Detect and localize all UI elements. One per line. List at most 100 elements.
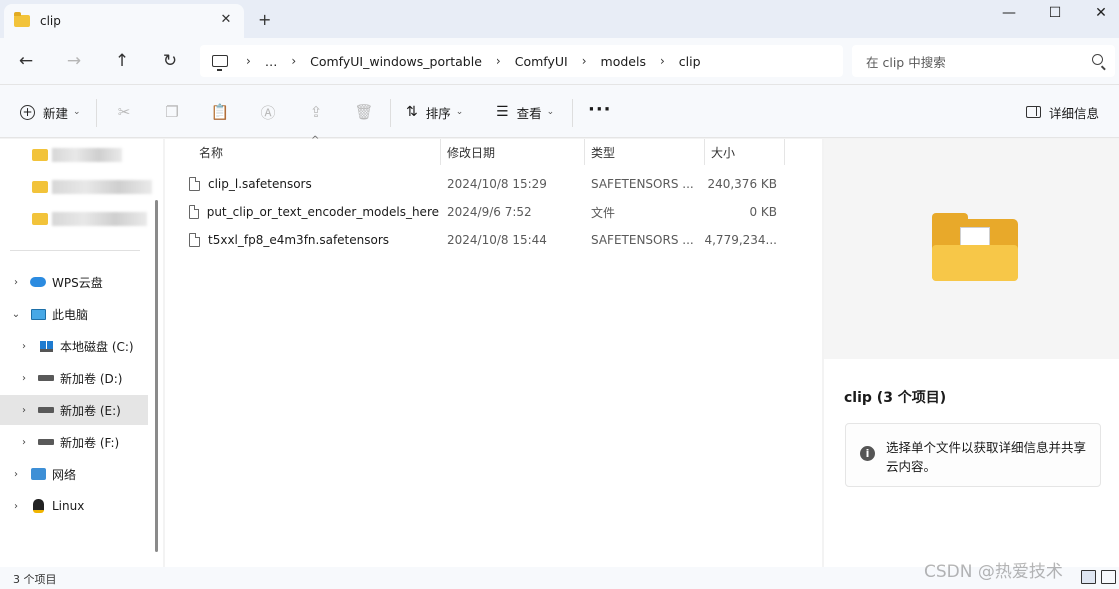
tab-close-button[interactable]: ✕: [218, 12, 234, 28]
share-icon[interactable]: ⇪: [306, 102, 326, 122]
breadcrumb-overflow[interactable]: …: [265, 54, 278, 69]
copy-icon[interactable]: ❐: [162, 102, 182, 122]
rename-icon[interactable]: Ⓐ: [258, 102, 278, 122]
breadcrumb-comfyui[interactable]: ComfyUI: [515, 54, 568, 69]
quick-access-item-redacted[interactable]: [32, 179, 152, 195]
chevron-right-icon[interactable]: ›: [18, 373, 30, 384]
paste-icon[interactable]: 📋: [210, 102, 230, 122]
column-header-size[interactable]: 大小: [711, 139, 735, 165]
navigation-bar: ← → ↑ ↻ › … › ComfyUI_windows_portable ›…: [0, 38, 1119, 84]
file-row[interactable]: clip_l.safetensors 2024/10/8 15:29 SAFET…: [165, 170, 822, 198]
sort-button[interactable]: ⇅ 排序 ⌄: [406, 100, 463, 124]
breadcrumb-separator[interactable]: ›: [660, 54, 665, 68]
tab-clip[interactable]: clip ✕: [4, 4, 244, 38]
sidebar-item-wps-cloud[interactable]: › WPS云盘: [0, 267, 148, 297]
delete-icon[interactable]: 🗑: [354, 102, 374, 122]
sidebar-item-label: 新加卷 (E:): [60, 403, 121, 418]
file-row[interactable]: put_clip_or_text_encoder_models_here 202…: [165, 198, 822, 226]
chevron-right-icon[interactable]: ›: [18, 437, 30, 448]
chevron-down-icon: ⌄: [73, 107, 81, 117]
column-divider[interactable]: [704, 139, 705, 165]
minimize-button[interactable]: —: [986, 0, 1032, 26]
details-view-icon[interactable]: [1081, 570, 1096, 584]
more-options-button[interactable]: ···: [588, 99, 612, 120]
file-icon: [189, 177, 200, 191]
breadcrumb-clip[interactable]: clip: [679, 54, 701, 69]
column-header-name[interactable]: 名称: [199, 139, 223, 165]
column-header-date[interactable]: 修改日期: [447, 139, 495, 165]
redacted-label: [52, 148, 122, 162]
sidebar-item-this-pc[interactable]: ⌄ 此电脑: [0, 299, 148, 329]
view-button[interactable]: ☰ 查看 ⌄: [496, 100, 554, 124]
sidebar-item-linux[interactable]: › Linux: [0, 491, 148, 521]
breadcrumb-models[interactable]: models: [601, 54, 646, 69]
column-divider[interactable]: [440, 139, 441, 165]
linux-icon: [30, 499, 46, 513]
column-divider[interactable]: [584, 139, 585, 165]
address-bar[interactable]: › … › ComfyUI_windows_portable › ComfyUI…: [200, 45, 843, 77]
new-label: 新建: [43, 105, 69, 121]
sidebar-item-drive-c[interactable]: › 本地磁盘 (C:): [0, 331, 148, 361]
quick-access-item-redacted[interactable]: [32, 211, 147, 227]
breadcrumb-separator[interactable]: ›: [582, 54, 587, 68]
plus-icon: +: [20, 104, 35, 120]
file-date: 2024/10/8 15:29: [447, 177, 547, 191]
up-button[interactable]: ↑: [108, 48, 136, 74]
item-count: 3 个项目: [13, 573, 57, 586]
cut-icon[interactable]: ✂: [114, 102, 134, 122]
column-header-type[interactable]: 类型: [591, 139, 615, 165]
details-pane-button[interactable]: 详细信息: [1026, 100, 1099, 124]
sidebar-item-label: Linux: [52, 499, 85, 513]
breadcrumb-separator[interactable]: ›: [291, 54, 296, 68]
close-button[interactable]: ✕: [1078, 0, 1119, 26]
sidebar-item-label: 新加卷 (F:): [60, 435, 120, 450]
file-size: 240,376 KB: [707, 177, 777, 191]
folder-icon: [14, 12, 30, 27]
chevron-right-icon[interactable]: ›: [10, 469, 22, 480]
file-type: SAFETENSORS ...: [591, 177, 694, 191]
navigation-scrollbar[interactable]: [155, 200, 158, 552]
search-input[interactable]: 在 clip 中搜索: [852, 45, 1115, 77]
redacted-label: [52, 180, 152, 194]
back-button[interactable]: ←: [12, 48, 40, 74]
sidebar-item-label: 此电脑: [52, 307, 89, 322]
sidebar-item-label: 新加卷 (D:): [60, 371, 123, 386]
sort-label: 排序: [425, 105, 451, 121]
maximize-button[interactable]: ☐: [1032, 0, 1078, 26]
quick-access-item-redacted[interactable]: [32, 147, 122, 163]
sidebar-item-drive-f[interactable]: › 新加卷 (F:): [0, 427, 148, 457]
computer-icon: [212, 55, 228, 71]
chevron-down-icon: ⌄: [546, 107, 555, 117]
file-type: 文件: [591, 205, 616, 220]
file-icon: [189, 233, 200, 247]
new-tab-button[interactable]: +: [258, 10, 271, 29]
chevron-right-icon[interactable]: ›: [10, 277, 22, 288]
chevron-right-icon[interactable]: ›: [10, 501, 22, 512]
file-date: 2024/10/8 15:44: [447, 233, 547, 247]
details-pane: clip (3 个项目) i 选择单个文件以获取详细信息并共享云内容。: [824, 139, 1119, 567]
chevron-right-icon[interactable]: ›: [18, 341, 30, 352]
info-card: i 选择单个文件以获取详细信息并共享云内容。: [845, 423, 1101, 487]
file-row[interactable]: t5xxl_fp8_e4m3fn.safetensors 2024/10/8 1…: [165, 226, 822, 254]
chevron-down-icon[interactable]: ⌄: [10, 309, 22, 320]
pane-divider: [10, 250, 140, 251]
file-name: put_clip_or_text_encoder_models_here: [206, 205, 439, 219]
chevron-right-icon[interactable]: ›: [18, 405, 30, 416]
folder-icon: [32, 213, 48, 225]
folder-icon: [932, 213, 1018, 281]
refresh-button[interactable]: ↻: [156, 48, 184, 74]
tiles-view-icon[interactable]: [1101, 570, 1116, 584]
sidebar-item-drive-d[interactable]: › 新加卷 (D:): [0, 363, 148, 393]
drive-icon: [38, 403, 54, 417]
toolbar-divider: [572, 99, 573, 127]
forward-button[interactable]: →: [60, 48, 88, 74]
sidebar-item-drive-e[interactable]: › 新加卷 (E:): [0, 395, 148, 425]
breadcrumb-comfyui-portable[interactable]: ComfyUI_windows_portable: [310, 54, 482, 69]
column-divider[interactable]: [784, 139, 785, 165]
cloud-icon: [30, 275, 46, 289]
view-label: 查看: [516, 105, 542, 121]
preview-area: [824, 139, 1119, 359]
sidebar-item-network[interactable]: › 网络: [0, 459, 148, 489]
breadcrumb-separator[interactable]: ›: [496, 54, 501, 68]
new-button[interactable]: + 新建 ⌄: [20, 100, 81, 124]
